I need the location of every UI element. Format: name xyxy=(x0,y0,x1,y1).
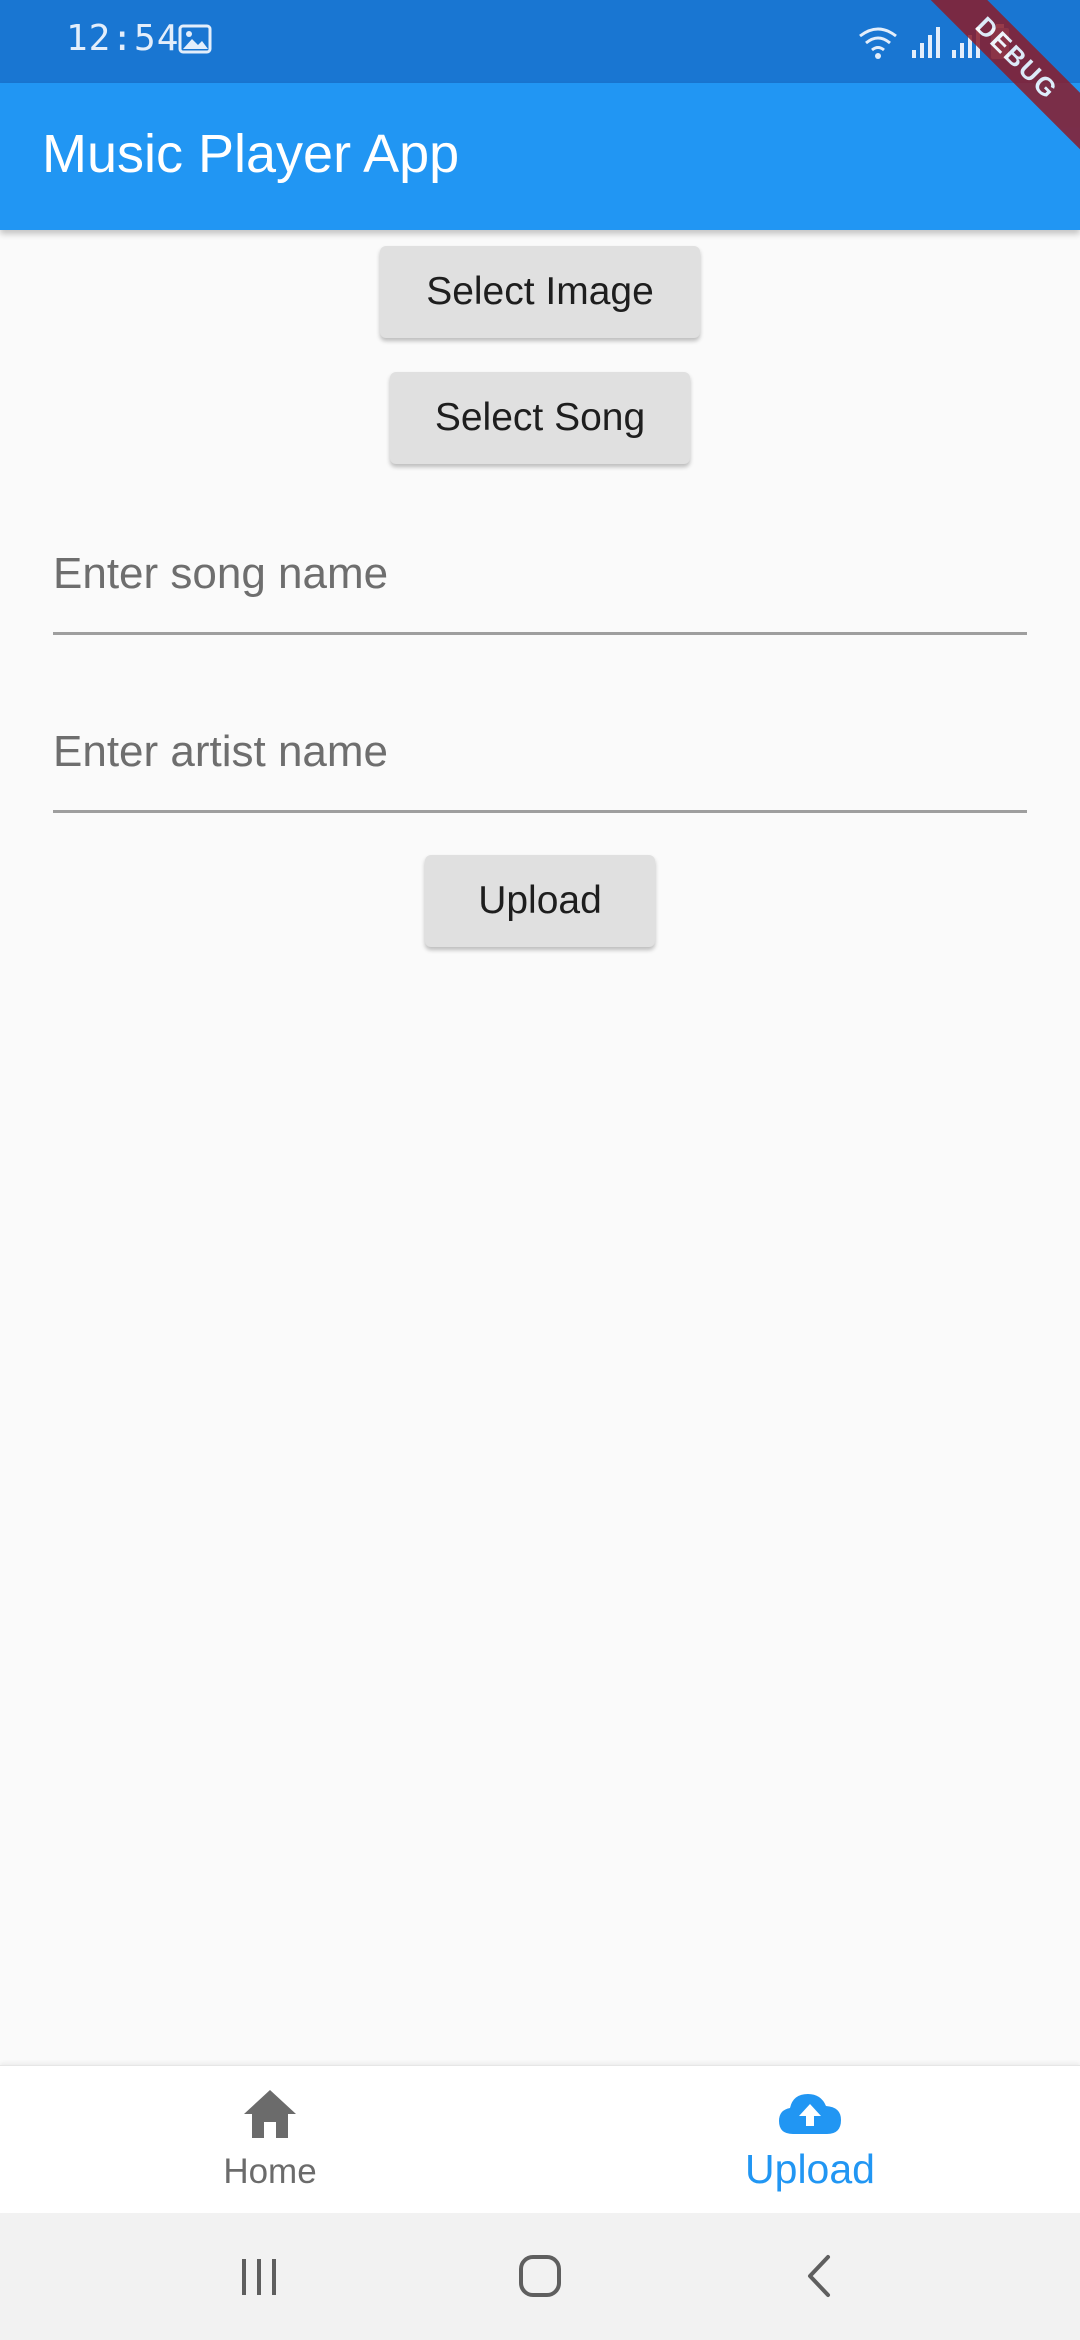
nav-label-home: Home xyxy=(223,2152,317,2191)
song-name-input[interactable] xyxy=(53,542,1027,606)
cloud-upload-icon xyxy=(779,2094,841,2134)
select-image-button[interactable]: Select Image xyxy=(380,246,700,338)
home-icon xyxy=(244,2090,296,2138)
recents-icon[interactable] xyxy=(224,2241,294,2311)
nav-label-upload: Upload xyxy=(745,2146,875,2192)
gallery-icon xyxy=(178,24,212,54)
app-title: Music Player App xyxy=(42,124,460,184)
app-bar: Music Player App xyxy=(0,83,1080,230)
wifi-icon xyxy=(859,27,897,59)
system-navigation-bar xyxy=(0,2213,1080,2340)
artist-name-field xyxy=(53,720,1027,813)
nav-item-upload[interactable]: Upload xyxy=(540,2066,1080,2214)
signal-icon xyxy=(912,27,940,58)
home-circle-icon[interactable] xyxy=(505,2241,575,2311)
back-icon[interactable] xyxy=(786,2241,856,2311)
status-time: 12:54 xyxy=(66,18,180,59)
artist-name-input[interactable] xyxy=(53,720,1027,784)
screen: 12:54 DEBUG Music Player App Select Imag… xyxy=(0,0,1080,2340)
song-name-field xyxy=(53,542,1027,635)
upload-button[interactable]: Upload xyxy=(425,855,655,947)
bottom-navigation: Home Upload xyxy=(0,2065,1080,2214)
select-song-button[interactable]: Select Song xyxy=(390,372,690,464)
nav-item-home[interactable]: Home xyxy=(0,2066,540,2214)
status-bar: 12:54 xyxy=(0,0,1080,83)
